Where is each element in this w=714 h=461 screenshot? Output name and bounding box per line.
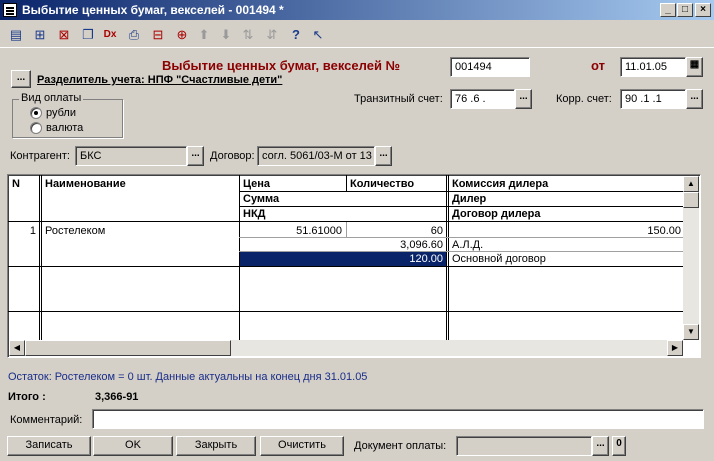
row-dealer-contract[interactable]: Основной договор: [449, 252, 684, 266]
row-name[interactable]: Ростелеком: [42, 224, 237, 238]
total-value: 3,366-91: [95, 391, 139, 403]
column-header-price[interactable]: Цена: [240, 177, 344, 191]
payment-type-legend: Вид оплаты: [19, 92, 84, 104]
cell-divider: [346, 222, 347, 237]
column-header-n[interactable]: N: [9, 177, 39, 191]
column-divider: [346, 175, 347, 191]
column-header-nkd[interactable]: НКД: [240, 207, 446, 221]
contract-field[interactable]: согл. 5061/03-М от 13: [257, 146, 375, 166]
row-bottom-line: [8, 266, 684, 267]
scroll-right-icon[interactable]: ▶: [667, 340, 683, 356]
minimize-button[interactable]: _: [660, 3, 676, 17]
context-help-icon[interactable]: ↖: [308, 25, 328, 45]
close-button[interactable]: Закрыть: [176, 436, 256, 456]
header-divider: [239, 191, 684, 192]
table-vertical-scrollbar[interactable]: ▲ ▼: [683, 176, 699, 340]
comment-label: Комментарий:: [10, 414, 83, 426]
toolbar: ▤ ⊞ ⊠ ❐ Dx ⎙ ⊟ ⊕ ⬆ ⬇ ⇅ ⇵ ? ↖: [0, 22, 714, 48]
insert-row-icon[interactable]: ⊕: [172, 25, 192, 45]
comment-field[interactable]: [92, 409, 704, 429]
print-icon[interactable]: ⎙: [124, 25, 144, 45]
vertical-scroll-thumb[interactable]: [683, 192, 699, 208]
calendar-button[interactable]: ▦: [686, 57, 703, 77]
document-heading: Выбытие ценных бумаг, векселей №: [162, 58, 401, 73]
ok-button[interactable]: OK: [93, 436, 173, 456]
date-label: от: [591, 58, 605, 73]
help-icon[interactable]: ?: [286, 25, 306, 45]
payment-document-clear-button[interactable]: 0: [612, 436, 626, 456]
row-quantity[interactable]: 60: [347, 224, 446, 238]
add-row-icon[interactable]: ⊞: [30, 25, 50, 45]
contract-select-button[interactable]: ...: [375, 146, 392, 166]
rubles-label: рубли: [46, 107, 76, 119]
maximize-button[interactable]: □: [677, 3, 693, 17]
move-down-icon[interactable]: ⬇: [216, 25, 236, 45]
table-horizontal-scrollbar[interactable]: ◀ ▶: [9, 340, 683, 356]
row-price[interactable]: 51.61000: [240, 224, 345, 238]
total-label: Итого :: [8, 391, 46, 403]
dx-report-icon[interactable]: Dx: [100, 25, 120, 45]
column-header-dealer-contract[interactable]: Договор дилера: [449, 207, 684, 221]
contract-label: Договор:: [210, 150, 255, 162]
save-button[interactable]: Записать: [7, 436, 91, 456]
transit-account-select-button[interactable]: ...: [515, 89, 532, 109]
scroll-up-icon[interactable]: ▲: [683, 176, 699, 192]
column-header-commission[interactable]: Комиссия дилера: [449, 177, 684, 191]
row-dealer[interactable]: А.Л.Д.: [449, 238, 684, 252]
corr-account-field[interactable]: 90 .1 .1: [620, 89, 686, 109]
currency-label: валюта: [46, 122, 84, 134]
delete-row-icon[interactable]: ⊠: [54, 25, 74, 45]
payment-document-field[interactable]: [456, 436, 592, 456]
title-bar: Выбытие ценных бумаг, векселей - 001494 …: [0, 0, 714, 20]
payment-document-select-button[interactable]: ...: [592, 436, 609, 456]
row-n[interactable]: 1: [9, 224, 39, 238]
sort-asc-icon[interactable]: ⇅: [238, 25, 258, 45]
close-window-button[interactable]: ×: [695, 3, 711, 17]
payment-document-label: Документ оплаты:: [354, 440, 447, 452]
status-message: Остаток: Ростелеком = 0 шт. Данные актуа…: [8, 371, 368, 383]
scroll-left-icon[interactable]: ◀: [9, 340, 25, 356]
column-header-sum[interactable]: Сумма: [240, 192, 446, 206]
new-document-icon[interactable]: ▤: [6, 25, 26, 45]
rubles-radio[interactable]: [30, 107, 42, 119]
corr-account-label: Корр. счет:: [556, 93, 612, 105]
sort-desc-icon[interactable]: ⇵: [262, 25, 282, 45]
column-divider: [39, 175, 40, 343]
transit-account-field[interactable]: 76 .6 .: [450, 89, 515, 109]
row-nkd[interactable]: 120.00: [240, 252, 446, 266]
column-divider: [41, 175, 42, 343]
horizontal-scroll-thumb[interactable]: [25, 340, 231, 356]
header-divider: [239, 206, 684, 207]
transit-account-label: Транзитный счет:: [354, 93, 443, 105]
counterparty-label: Контрагент:: [10, 150, 70, 162]
row-bottom-line: [8, 311, 684, 312]
document-window: Выбытие ценных бумаг, векселей - 001494 …: [0, 0, 714, 461]
securities-table: N Наименование Цена Количество Комиссия …: [7, 174, 701, 358]
row-sum[interactable]: 3,096.60: [240, 238, 446, 252]
counterparty-field[interactable]: БКС: [75, 146, 187, 166]
currency-radio[interactable]: [30, 122, 42, 134]
document-date-field[interactable]: 11.01.05: [620, 57, 686, 77]
column-header-name[interactable]: Наименование: [42, 177, 237, 191]
separator-select-button[interactable]: ...: [11, 70, 31, 88]
separator-label: Разделитель учета: НПФ "Счастливые дети": [37, 74, 283, 86]
window-title: Выбытие ценных бумаг, векселей - 001494 …: [22, 3, 284, 17]
copy-row-icon[interactable]: ❐: [78, 25, 98, 45]
row-divider: [239, 237, 684, 238]
counterparty-select-button[interactable]: ...: [187, 146, 204, 166]
move-up-icon[interactable]: ⬆: [194, 25, 214, 45]
calendar-icon: ▦: [689, 59, 700, 70]
column-divider: [446, 175, 447, 343]
document-app-icon: [3, 3, 17, 17]
scroll-down-icon[interactable]: ▼: [683, 324, 699, 340]
column-header-quantity[interactable]: Количество: [347, 177, 446, 191]
edit-row-icon[interactable]: ⊟: [148, 25, 168, 45]
row-divider: [239, 251, 684, 252]
document-number-field[interactable]: 001494: [450, 57, 530, 77]
column-header-dealer[interactable]: Дилер: [449, 192, 684, 206]
row-commission[interactable]: 150.00: [449, 224, 684, 238]
clear-button[interactable]: Очистить: [260, 436, 344, 456]
corr-account-select-button[interactable]: ...: [686, 89, 703, 109]
